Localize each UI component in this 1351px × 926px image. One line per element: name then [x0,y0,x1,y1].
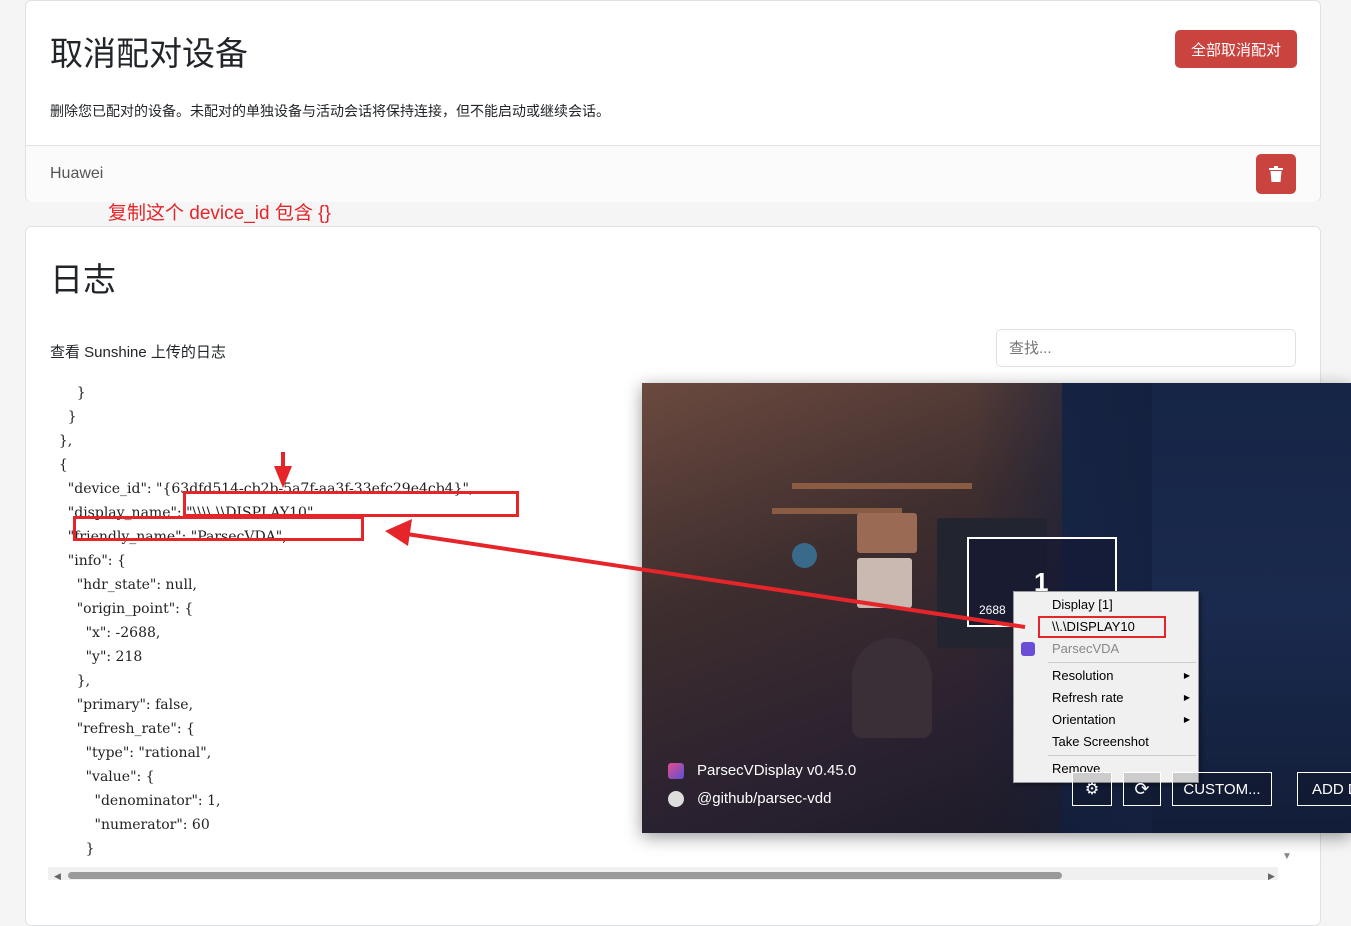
custom-button[interactable]: CUSTOM... [1172,772,1272,806]
unpair-all-button[interactable]: 全部取消配对 [1175,30,1297,68]
menu-separator [1048,662,1196,663]
logs-title: 日志 [50,261,116,298]
horizontal-scrollbar[interactable] [48,867,1278,880]
log-line: , [50,377,81,379]
chevron-right-icon: ▶ [1183,715,1190,724]
display-name-highlight [73,516,364,541]
log-line: } [50,385,86,401]
shelf-deco [792,483,972,489]
log-line: "refresh_rate": { [50,721,195,737]
log-line: "numerator": 60 [50,817,210,833]
unpair-description: 删除您已配对的设备。未配对的单独设备与活动会话将保持连接，但不能启动或继续会话。 [50,103,610,119]
person-deco [852,638,932,738]
display-settings-button[interactable]: ⚙ [1072,772,1112,806]
log-line: "x": -2688, [50,625,161,641]
menu-item-resolution[interactable]: Resolution [1052,666,1192,686]
log-line: "hdr_state": null, [50,577,197,593]
log-search-input[interactable] [996,329,1296,367]
poster-deco [857,513,917,553]
scroll-right-icon[interactable]: ▶ [1268,871,1275,882]
refresh-icon: ⟳ [1134,778,1150,799]
github-icon [668,791,684,807]
log-line: }, [50,673,91,689]
chevron-right-icon: ▶ [1183,671,1190,680]
refresh-button[interactable]: ⟳ [1123,772,1161,806]
log-line: "value": { [50,769,155,785]
trash-icon [1269,166,1283,182]
app-version: ParsecVDisplay v0.45.0 [697,762,857,779]
display-settings-icon: ⚙ [1084,781,1100,798]
clock-deco [792,543,817,568]
log-line: "type": "rational", [50,745,212,761]
device-name: Huawei [50,165,104,182]
log-line: "origin_point": { [50,601,194,617]
monitor-resolution: 2688 [979,603,1006,617]
parsec-vdisplay-window: 1 2688 Display [1] \\.\DISPLAY10 ParsecV… [642,383,1351,833]
log-line: }, [50,433,73,449]
context-menu: Display [1] \\.\DISPLAY10 ParsecVDA Reso… [1013,591,1199,783]
menu-item-vda: ParsecVDA [1052,641,1120,656]
log-line: "info": { [50,553,126,569]
scroll-down-icon[interactable]: ▼ [1282,851,1292,862]
menu-item-orientation[interactable]: Orientation [1052,710,1116,730]
calendar-deco [857,558,912,608]
log-line: "denominator": 1, [50,793,221,809]
menu-label: Resolution [1052,668,1114,683]
menu-item-screenshot[interactable]: Take Screenshot [1052,732,1149,752]
parsec-vda-icon [1021,642,1035,656]
device-row: Huawei [26,145,1320,202]
unpair-title: 取消配对设备 [50,35,248,72]
unpair-devices-card: 取消配对设备 全部取消配对 删除您已配对的设备。未配对的单独设备与活动会话将保持… [25,0,1321,202]
annotation-text: 复制这个 device_id 包含 {} [108,203,331,224]
log-line: "primary": false, [50,697,194,713]
device-id-highlight [183,491,519,517]
menu-item-refresh-rate[interactable]: Refresh rate [1052,688,1124,708]
log-line: } [50,841,95,857]
parsec-logo-icon [668,763,684,779]
log-line: } [50,409,77,425]
menu-item-display[interactable]: Display [1] [1052,595,1113,615]
chevron-right-icon: ▶ [1183,693,1190,702]
add-display-button[interactable]: ADD D [1297,772,1351,806]
delete-device-button[interactable] [1256,154,1296,194]
scroll-left-icon[interactable]: ◀ [54,871,61,882]
scrollbar-thumb[interactable] [68,872,1062,879]
display-path-highlight [1038,616,1166,638]
logs-description: 查看 Sunshine 上传的日志 [50,344,226,361]
menu-separator [1048,755,1196,756]
log-line: "y": 218 [50,649,143,665]
github-link[interactable]: @github/parsec-vdd [697,790,831,807]
log-line: { [50,457,68,473]
